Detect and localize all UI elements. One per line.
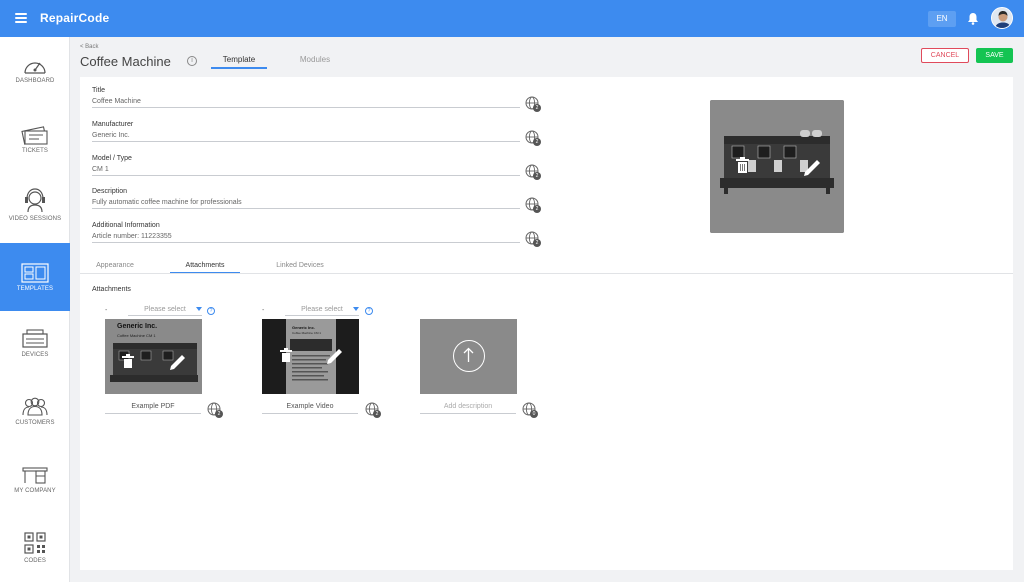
translation-globe-icon[interactable]: 2 [525,197,541,213]
tabs-divider [80,273,1013,274]
info-icon[interactable]: i [187,56,197,66]
field-label: Additional Information [92,222,160,229]
help-icon[interactable]: ? [207,307,215,315]
sidebar-item-tickets[interactable]: TICKETS [0,123,70,191]
field-label: Description [92,188,128,195]
help-icon[interactable]: ? [365,307,373,315]
translation-count-badge: 2 [533,104,541,112]
translation-count-badge: 2 [533,239,541,247]
field-input[interactable]: CM 1 [92,164,520,176]
back-link[interactable]: < Back [80,44,99,50]
field-input[interactable]: Generic Inc. [92,130,520,142]
bell-icon[interactable] [967,12,979,25]
app-brand[interactable]: RepairCode [40,11,109,25]
translation-globe-icon[interactable]: 2 [525,231,541,247]
attachment-dash: - [262,307,265,314]
top-bar: RepairCode EN [0,0,1024,37]
field-input[interactable]: Article number: 11223355 [92,231,520,243]
tickets-icon [21,126,48,145]
sidebar-item-customers[interactable]: CUSTOMERS [0,397,70,465]
field-input[interactable]: Coffee Machine [92,96,520,108]
preview-title: Generic Inc. [117,323,158,330]
translation-count-badge: 2 [215,410,223,418]
sidebar-item-label: VIDEO SESSIONS [8,216,62,222]
tab-appearance[interactable]: Appearance [90,262,140,269]
devices-icon [22,329,48,348]
sidebar-item-label: DASHBOARD [15,78,55,84]
select-placeholder: Please select [301,306,343,313]
save-button[interactable]: SAVE [976,48,1013,63]
sidebar: DASHBOARD TICKETS VIDEO SESSIONS TEMPLAT… [0,37,70,582]
tab-template[interactable]: Template [211,55,267,69]
translation-globe-icon[interactable]: 2 [525,130,541,146]
field-label: Title [92,87,105,94]
sidebar-item-dashboard[interactable]: DASHBOARD [0,57,70,125]
attachment-description-input[interactable]: Example PDF [105,403,201,414]
preview-title: Generic Inc. [292,325,315,330]
sidebar-item-devices[interactable]: DEVICES [0,329,70,397]
dashboard-gauge-icon [24,62,46,74]
company-desk-icon [22,467,48,484]
translation-globe-icon[interactable]: 2 [365,402,381,418]
menu-icon[interactable] [15,13,27,23]
translation-globe-icon[interactable]: 2 [207,402,223,418]
qr-code-icon [24,532,46,554]
language-selector[interactable]: EN [928,11,956,27]
sidebar-item-my-company[interactable]: MY COMPANY [0,465,70,533]
translation-count-badge: 0 [530,410,538,418]
product-image[interactable] [710,100,844,233]
sidebar-item-codes[interactable]: CODES [0,531,70,582]
model-type-field[interactable]: Model / Type CM 1 [92,155,520,176]
upload-arrow-icon [453,340,485,372]
translation-globe-icon[interactable]: 2 [525,164,541,180]
attachment-dash: - [105,307,108,314]
attachment-thumbnail-video[interactable]: Generic Inc. Coffee Machine CM 1 [262,319,359,394]
select-placeholder: Please select [144,306,186,313]
page-title: Coffee Machine [80,54,171,69]
sidebar-item-label: CODES [24,558,46,564]
templates-icon [21,263,49,283]
translation-globe-icon[interactable]: 0 [522,402,538,418]
translation-count-badge: 2 [533,138,541,146]
field-input[interactable]: Fully automatic coffee machine for profe… [92,197,520,209]
upload-attachment-button[interactable] [420,319,517,394]
content-card [80,77,1013,570]
tab-linked-devices[interactable]: Linked Devices [268,262,332,269]
translation-count-badge: 2 [373,410,381,418]
title-field[interactable]: Title Coffee Machine [92,87,520,108]
sidebar-item-label: TICKETS [21,148,49,154]
tab-modules[interactable]: Modules [290,55,340,64]
headset-icon [25,188,45,213]
sidebar-item-label: DEVICES [21,352,49,358]
translation-count-badge: 2 [533,172,541,180]
sidebar-item-label: TEMPLATES [16,286,54,292]
description-field[interactable]: Description Fully automatic coffee machi… [92,188,520,209]
attachments-section-label: Attachments [92,286,131,293]
translation-count-badge: 2 [533,205,541,213]
upload-description-input[interactable]: Add description [420,403,516,414]
user-avatar[interactable] [991,7,1013,29]
field-label: Model / Type [92,155,132,162]
coffee-machine-image [710,100,844,233]
sidebar-item-label: MY COMPANY [14,488,56,494]
cancel-button[interactable]: CANCEL [921,48,969,63]
chevron-down-icon [196,307,202,311]
sidebar-item-templates[interactable]: TEMPLATES [0,243,70,311]
preview-subtitle: Coffee Machine CM 1 [117,333,156,338]
sidebar-item-label: CUSTOMERS [15,420,55,426]
chevron-down-icon [353,307,359,311]
attachment-description-input[interactable]: Example Video [262,403,358,414]
attachment-thumbnail-pdf[interactable]: Generic Inc. Coffee Machine CM 1 [105,319,202,394]
preview-subtitle: Coffee Machine CM 1 [292,331,321,335]
customers-icon [22,397,48,416]
additional-information-field[interactable]: Additional Information Article number: 1… [92,222,520,243]
field-label: Manufacturer [92,121,134,128]
attachment-type-select[interactable]: Please select [128,306,202,316]
attachment-type-select[interactable]: Please select [285,306,359,316]
translation-globe-icon[interactable]: 2 [525,96,541,112]
manufacturer-field[interactable]: Manufacturer Generic Inc. [92,121,520,142]
